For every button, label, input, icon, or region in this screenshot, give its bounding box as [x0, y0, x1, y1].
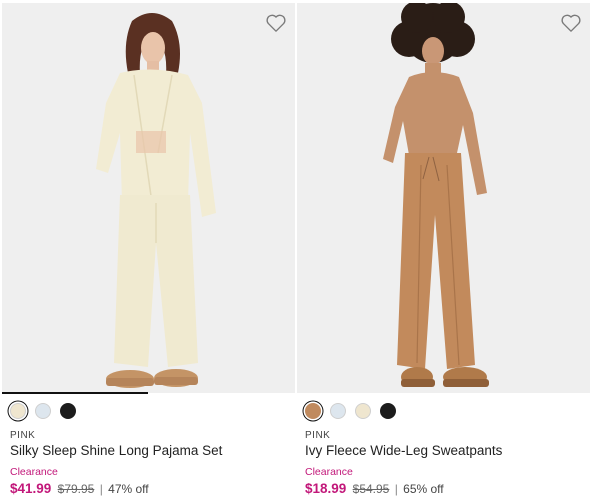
- product-image[interactable]: [297, 3, 590, 393]
- product-grid: PINK Silky Sleep Shine Long Pajama Set C…: [0, 0, 597, 504]
- product-card[interactable]: PINK Ivy Fleece Wide-Leg Sweatpants Clea…: [297, 0, 593, 504]
- discount-percent: 47% off: [108, 482, 149, 496]
- price-separator: |: [394, 482, 398, 496]
- swatch-ivory[interactable]: [355, 403, 371, 419]
- product-name[interactable]: Silky Sleep Shine Long Pajama Set: [10, 443, 222, 458]
- price-separator: |: [99, 482, 103, 496]
- clearance-label: Clearance: [305, 466, 353, 478]
- swatch-ivory[interactable]: [10, 403, 26, 419]
- original-price: $79.95: [57, 482, 95, 496]
- swatch-light-blue[interactable]: [35, 403, 51, 419]
- product-name[interactable]: Ivy Fleece Wide-Leg Sweatpants: [305, 443, 502, 458]
- sale-price: $41.99: [10, 481, 52, 496]
- price-row: $41.99 $79.95 | 47% off: [10, 481, 149, 496]
- color-swatches: [305, 402, 396, 420]
- model-photo-pajama: [2, 3, 295, 393]
- color-swatches: [10, 402, 76, 420]
- favorite-button[interactable]: [265, 13, 287, 35]
- model-photo-sweatpants: [297, 3, 590, 393]
- product-card[interactable]: PINK Silky Sleep Shine Long Pajama Set C…: [2, 0, 298, 504]
- image-progress-indicator: [2, 392, 148, 394]
- discount-percent: 65% off: [403, 482, 444, 496]
- product-brand: PINK: [305, 430, 331, 441]
- price-row: $18.99 $54.95 | 65% off: [305, 481, 444, 496]
- clearance-label: Clearance: [10, 466, 58, 478]
- sale-price: $18.99: [305, 481, 347, 496]
- swatch-black[interactable]: [60, 403, 76, 419]
- swatch-light-blue[interactable]: [330, 403, 346, 419]
- favorite-button[interactable]: [560, 13, 582, 35]
- swatch-tan[interactable]: [305, 403, 321, 419]
- swatch-black[interactable]: [380, 403, 396, 419]
- heart-outline-icon: [266, 14, 286, 32]
- product-brand: PINK: [10, 430, 36, 441]
- heart-outline-icon: [561, 14, 581, 32]
- original-price: $54.95: [352, 482, 390, 496]
- product-image[interactable]: [2, 3, 295, 393]
